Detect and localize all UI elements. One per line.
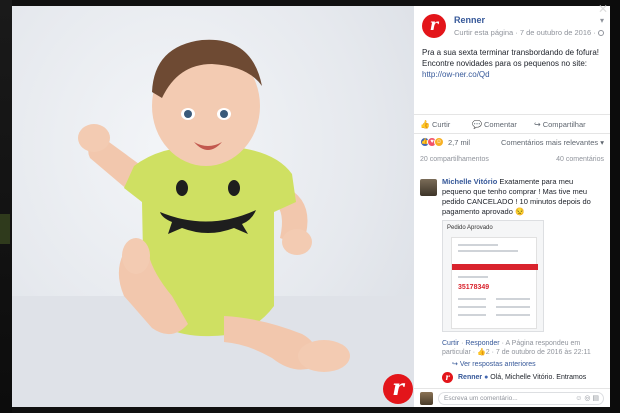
card-line	[458, 306, 486, 308]
attachment-title: Pedido Aprovado	[447, 225, 493, 231]
share-button-label: Compartilhar	[542, 120, 586, 129]
verified-badge-icon: ●	[484, 374, 489, 381]
post-text: Pra a sua sexta terminar transbordando d…	[422, 47, 604, 80]
onesie-eye-left	[176, 180, 188, 196]
comment-sort-dropdown[interactable]: Comentários mais relevantes ▾	[501, 138, 604, 147]
renner-logo-watermark: r	[383, 374, 413, 404]
baby-iris-right	[220, 110, 228, 118]
share-icon: ↪	[534, 120, 541, 129]
page-avatar[interactable]: r	[422, 14, 446, 38]
comment-button-label: Comentar	[483, 120, 517, 129]
baby-iris-left	[184, 110, 192, 118]
comment-sort-label: Comentários mais relevantes	[501, 138, 599, 147]
post-text-line1: Pra a sua sexta terminar transbordando d…	[422, 48, 599, 57]
comment-reply-count[interactable]: 2	[486, 349, 490, 356]
baby-illustration	[12, 39, 414, 407]
attachment-order-number: 35178349	[458, 284, 490, 291]
post-header: r Renner Curtir esta página · 7 de outub…	[422, 14, 608, 44]
emoji-camera-icons[interactable]: ☺ ◎ ▤	[575, 393, 599, 404]
like-button-label: Curtir	[431, 120, 451, 129]
current-user-avatar	[420, 392, 433, 405]
post-text-line2: Encontre novidades para os pequenos no s…	[422, 59, 588, 68]
comment-body: Michelle Vitório Exatamente para meu peq…	[442, 177, 604, 217]
card-line	[458, 298, 486, 300]
commenter-avatar[interactable]	[420, 179, 437, 196]
reply-text: Olá, Michelle Vitório. Entramos	[490, 374, 587, 381]
haha-reaction-icon[interactable]: ☺	[434, 137, 444, 147]
comment-button[interactable]: 💬 Comentar	[472, 120, 517, 129]
comment-footer: Curtir · Responder · A Página respondeu …	[442, 340, 591, 356]
post-meta: Curtir esta página · 7 de outubro de 201…	[454, 28, 604, 37]
baby-right-foot	[298, 340, 350, 372]
reply-author[interactable]: Renner	[458, 374, 482, 381]
close-icon[interactable]: ✕	[598, 2, 620, 16]
engagement-counts: 20 compartilhamentos 40 comentários	[420, 156, 606, 168]
onesie-eye-right	[228, 180, 240, 196]
comment-attachment-image[interactable]: Pedido Aprovado 35178349	[442, 220, 544, 332]
share-count[interactable]: 20 compartilhamentos	[420, 156, 489, 163]
card-line	[458, 244, 498, 246]
card-line	[458, 276, 488, 278]
post-photo[interactable]: r	[12, 6, 414, 407]
post-link[interactable]: http://ow-ner.co/Qd	[422, 69, 604, 80]
baby-left-foot	[122, 238, 150, 274]
comment-input-placeholder: Escreva um comentário...	[444, 395, 518, 402]
background-sliver	[0, 214, 10, 244]
comment-timestamp[interactable]: · 7 de outubro de 2016 às 22:11	[492, 349, 591, 356]
card-line	[458, 314, 486, 316]
comment-like-icon: 👍	[477, 349, 486, 356]
like-page-link[interactable]: Curtir esta página	[454, 28, 513, 37]
chevron-down-icon[interactable]: ▾	[600, 16, 604, 25]
globe-icon	[597, 30, 604, 36]
comment-icon: 💬	[472, 120, 482, 129]
background-page-edge-right	[610, 0, 620, 413]
photo-viewer: r r Renner Curtir esta página · 7 de out…	[0, 0, 620, 413]
share-button[interactable]: ↪ Compartilhar	[534, 120, 586, 129]
comment-input[interactable]: Escreva um comentário... ☺ ◎ ▤	[438, 392, 604, 405]
comment-author[interactable]: Michelle Vitório	[442, 177, 497, 186]
reply-avatar[interactable]: r	[442, 372, 453, 383]
view-previous-replies-label: Ver respostas anteriores	[459, 361, 536, 368]
reaction-count[interactable]: 2,7 mil	[448, 138, 470, 147]
card-red-bar	[452, 264, 538, 270]
baby-left-hand	[78, 124, 110, 152]
background-page-edge	[0, 0, 12, 413]
card-line	[496, 306, 530, 308]
view-previous-replies-link[interactable]: ↪ Ver respostas anteriores	[452, 360, 536, 368]
page-name-link[interactable]: Renner	[454, 15, 485, 25]
post-actions-bar: 👍 Curtir 💬 Comentar ↪ Compartilhar	[414, 114, 610, 134]
card-line	[496, 298, 530, 300]
comment-like-link[interactable]: Curtir	[442, 340, 459, 347]
thumbs-up-icon: 👍	[420, 120, 430, 129]
baby-right-hand	[282, 229, 312, 255]
reply-body: Renner ● Olá, Michelle Vitório. Entramos	[458, 373, 606, 382]
post-date[interactable]: 7 de outubro de 2016	[520, 28, 591, 37]
comment-count[interactable]: 40 comentários	[556, 156, 604, 163]
comment-composer: Escreva um comentário... ☺ ◎ ▤	[414, 388, 610, 407]
post-side-panel: r Renner Curtir esta página · 7 de outub…	[414, 6, 610, 407]
like-button[interactable]: 👍 Curtir	[420, 120, 450, 129]
card-line	[458, 250, 518, 252]
comment-reply-link[interactable]: Responder	[465, 340, 499, 347]
reactions-row: 👍 ♥ ☺ 2,7 mil Comentários mais relevante…	[420, 136, 606, 150]
attachment-order-card: 35178349	[451, 237, 538, 329]
card-line	[496, 314, 530, 316]
